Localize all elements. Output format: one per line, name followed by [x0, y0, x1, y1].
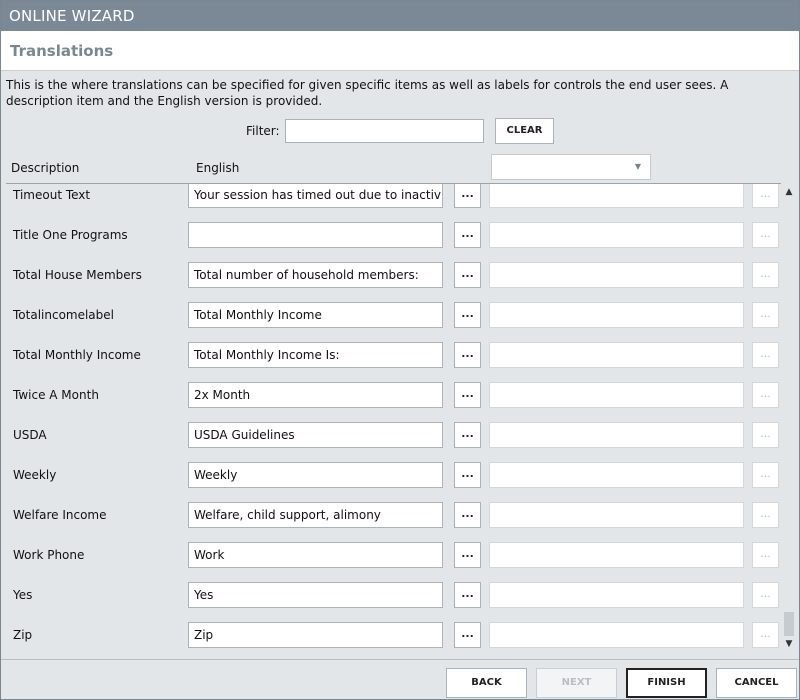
translation-field[interactable]	[489, 582, 744, 608]
translation-edit-button[interactable]: ...	[752, 502, 779, 528]
english-edit-button[interactable]: ...	[454, 222, 481, 248]
row-description: Zip	[13, 628, 33, 642]
clear-button[interactable]: CLEAR	[495, 118, 554, 144]
language-select[interactable]: ▼	[491, 154, 651, 180]
column-header-english: English	[196, 161, 240, 175]
intro-text: This is the where translations can be sp…	[6, 78, 729, 108]
table-row: USDA USDA Guidelines ... ...	[1, 422, 783, 462]
row-description: Title One Programs	[13, 228, 128, 242]
translation-field[interactable]	[489, 302, 744, 328]
table-row: Twice A Month 2x Month ... ...	[1, 382, 783, 422]
translation-field[interactable]	[489, 622, 744, 648]
english-field[interactable]: Total number of household members:	[188, 262, 443, 288]
scroll-down-icon[interactable]: ▼	[783, 639, 795, 651]
chevron-down-icon: ▼	[634, 162, 641, 171]
english-edit-button[interactable]: ...	[454, 582, 481, 608]
table-row: Yes Yes ... ...	[1, 582, 783, 622]
translation-edit-button[interactable]: ...	[752, 542, 779, 568]
row-description: Work Phone	[13, 548, 85, 562]
english-field[interactable]: USDA Guidelines	[188, 422, 443, 448]
english-edit-button[interactable]: ...	[454, 542, 481, 568]
finish-button[interactable]: FINISH	[626, 668, 707, 698]
row-description: Totalincomelabel	[13, 308, 114, 322]
english-edit-button[interactable]: ...	[454, 382, 481, 408]
english-edit-button[interactable]: ...	[454, 502, 481, 528]
translation-field[interactable]	[489, 462, 744, 488]
english-field[interactable]: Welfare, child support, alimony	[188, 502, 443, 528]
back-button[interactable]: BACK	[446, 668, 527, 698]
english-edit-button[interactable]: ...	[454, 422, 481, 448]
window-title: ONLINE WIZARD	[1, 1, 799, 31]
filter-label: Filter:	[246, 124, 280, 138]
column-header-description: Description	[11, 161, 80, 175]
row-description: USDA	[13, 428, 47, 442]
english-edit-button[interactable]: ...	[454, 462, 481, 488]
scrollbar-thumb[interactable]	[784, 612, 794, 636]
page-header: Translations	[1, 31, 799, 71]
table-row: Zip Zip ... ...	[1, 622, 783, 657]
english-field[interactable]: Yes	[188, 582, 443, 608]
row-description: Total House Members	[13, 268, 142, 282]
table-row: Work Phone Work ... ...	[1, 542, 783, 582]
translation-edit-button[interactable]: ...	[752, 582, 779, 608]
table-row: Totalincomelabel Total Monthly Income ..…	[1, 302, 783, 342]
translation-field[interactable]	[489, 542, 744, 568]
row-description: Yes	[13, 588, 33, 602]
english-edit-button[interactable]: ...	[454, 262, 481, 288]
english-edit-button[interactable]: ...	[454, 342, 481, 368]
translation-field[interactable]	[489, 342, 744, 368]
scrollbar-track[interactable]	[784, 201, 794, 641]
wizard-window: ONLINE WIZARD Translations This is the w…	[0, 0, 800, 700]
translation-edit-button[interactable]: ...	[752, 342, 779, 368]
english-field[interactable]: Zip	[188, 622, 443, 648]
english-field[interactable]: Weekly	[188, 462, 443, 488]
translation-field[interactable]	[489, 502, 744, 528]
translation-edit-button[interactable]: ...	[752, 462, 779, 488]
translation-edit-button[interactable]: ...	[752, 262, 779, 288]
translation-edit-button[interactable]: ...	[752, 302, 779, 328]
english-field[interactable]	[188, 222, 443, 248]
table-row: Title One Programs ... ...	[1, 222, 783, 262]
row-description: Welfare Income	[13, 508, 107, 522]
translations-grid: Timeout Text Your session has timed out …	[1, 184, 783, 657]
wizard-footer: BACK NEXT FINISH CANCEL	[1, 659, 799, 699]
english-field[interactable]: 2x Month	[188, 382, 443, 408]
next-button[interactable]: NEXT	[536, 668, 617, 698]
table-row: Timeout Text Your session has timed out …	[1, 184, 783, 222]
translation-field[interactable]	[489, 262, 744, 288]
english-field[interactable]: Total Monthly Income	[188, 302, 443, 328]
translation-edit-button[interactable]: ...	[752, 222, 779, 248]
page-title: Translations	[10, 42, 114, 60]
table-row: Total Monthly Income Total Monthly Incom…	[1, 342, 783, 382]
row-description: Total Monthly Income	[13, 348, 141, 362]
translation-edit-button[interactable]: ...	[752, 422, 779, 448]
row-description: Twice A Month	[13, 388, 99, 402]
table-row: Weekly Weekly ... ...	[1, 462, 783, 502]
translation-edit-button[interactable]: ...	[752, 622, 779, 648]
translation-edit-button[interactable]: ...	[752, 382, 779, 408]
english-field[interactable]: Total Monthly Income Is:	[188, 342, 443, 368]
english-field[interactable]: Work	[188, 542, 443, 568]
cancel-button[interactable]: CANCEL	[716, 668, 797, 698]
row-description: Timeout Text	[13, 188, 91, 202]
table-row: Total House Members Total number of hous…	[1, 262, 783, 302]
scroll-up-icon[interactable]: ▲	[783, 187, 795, 199]
english-field[interactable]: Your session has timed out due to inacti…	[188, 184, 443, 208]
translation-edit-button[interactable]: ...	[752, 184, 779, 208]
english-edit-button[interactable]: ...	[454, 622, 481, 648]
translation-field[interactable]	[489, 222, 744, 248]
english-edit-button[interactable]: ...	[454, 302, 481, 328]
translation-field[interactable]	[489, 382, 744, 408]
row-description: Weekly	[13, 468, 57, 482]
english-edit-button[interactable]: ...	[454, 184, 481, 208]
filter-input[interactable]	[285, 119, 484, 143]
translation-field[interactable]	[489, 184, 744, 208]
translation-field[interactable]	[489, 422, 744, 448]
table-row: Welfare Income Welfare, child support, a…	[1, 502, 783, 542]
